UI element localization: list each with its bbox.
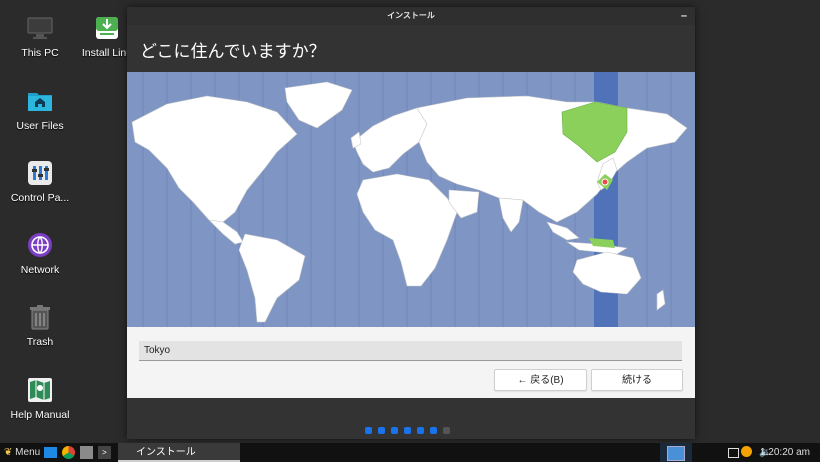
home-folder-icon [27,88,53,114]
notification-icon[interactable] [728,448,739,458]
progress-dot [378,427,385,434]
progress-dot [365,427,372,434]
page-title: どこに住んでいますか？ [140,42,326,61]
menu-leaf-icon: ❦ [4,447,13,458]
file-manager-icon[interactable] [80,446,93,459]
trash-icon [27,304,53,330]
workspace-icon [667,446,685,461]
taskbar-window-label: インストール [136,447,196,458]
menu-label: Menu [15,447,41,458]
installer-content: Tokyo ← 戻る(B) 続ける [127,72,695,398]
progress-dot [443,427,450,434]
progress-dots [365,421,456,434]
show-desktop-icon[interactable] [44,447,57,458]
desktop-icon-label: Network [20,264,60,276]
workspace-switcher[interactable] [660,443,692,462]
desktop-icon-label: User Files [16,120,64,132]
taskbar-window-installer[interactable]: インストール [118,443,240,462]
continue-button[interactable]: 続ける [591,369,683,391]
progress-dot [417,427,424,434]
help-map-icon [27,377,53,403]
progress-dot [404,427,411,434]
window-title: インストール [387,11,435,20]
window-titlebar[interactable]: インストール – [127,7,695,25]
terminal-icon[interactable]: > [98,446,111,459]
desktop-icon-network[interactable]: Network [0,232,80,276]
install-download-icon [94,15,120,41]
network-globe-icon [27,232,53,258]
chrome-icon[interactable] [62,446,75,459]
desktop-icon-label: Help Manual [10,409,70,421]
update-manager-icon[interactable] [741,446,752,457]
timezone-input[interactable]: Tokyo [139,341,682,361]
back-button[interactable]: ← 戻る(B) [494,369,587,391]
desktop-icon-trash[interactable]: Trash [0,304,80,348]
monitor-icon [27,15,53,41]
menu-button[interactable]: ❦ Menu [4,443,40,462]
clock[interactable]: 1:20:20 am [760,443,810,462]
minimize-button[interactable]: – [681,7,687,25]
progress-dot [430,427,437,434]
desktop-icon-label: Trash [26,336,54,348]
desktop-icon-control-panel[interactable]: Control Pa... [0,160,80,204]
desktop-icon-user-files[interactable]: User Files [0,88,80,132]
timezone-map[interactable] [127,72,695,327]
taskbar: ❦ Menu > インストール 🔈 1:20:20 am [0,443,820,462]
progress-dot [391,427,398,434]
control-panel-icon [27,160,53,186]
installer-window: インストール – どこに住んでいますか？ Tokyo ← 戻る(B) 続ける [127,7,695,439]
location-marker-icon [601,178,609,186]
desktop-icon-help-manual[interactable]: Help Manual [0,377,80,421]
desktop-icon-label: Control Pa... [10,192,70,204]
